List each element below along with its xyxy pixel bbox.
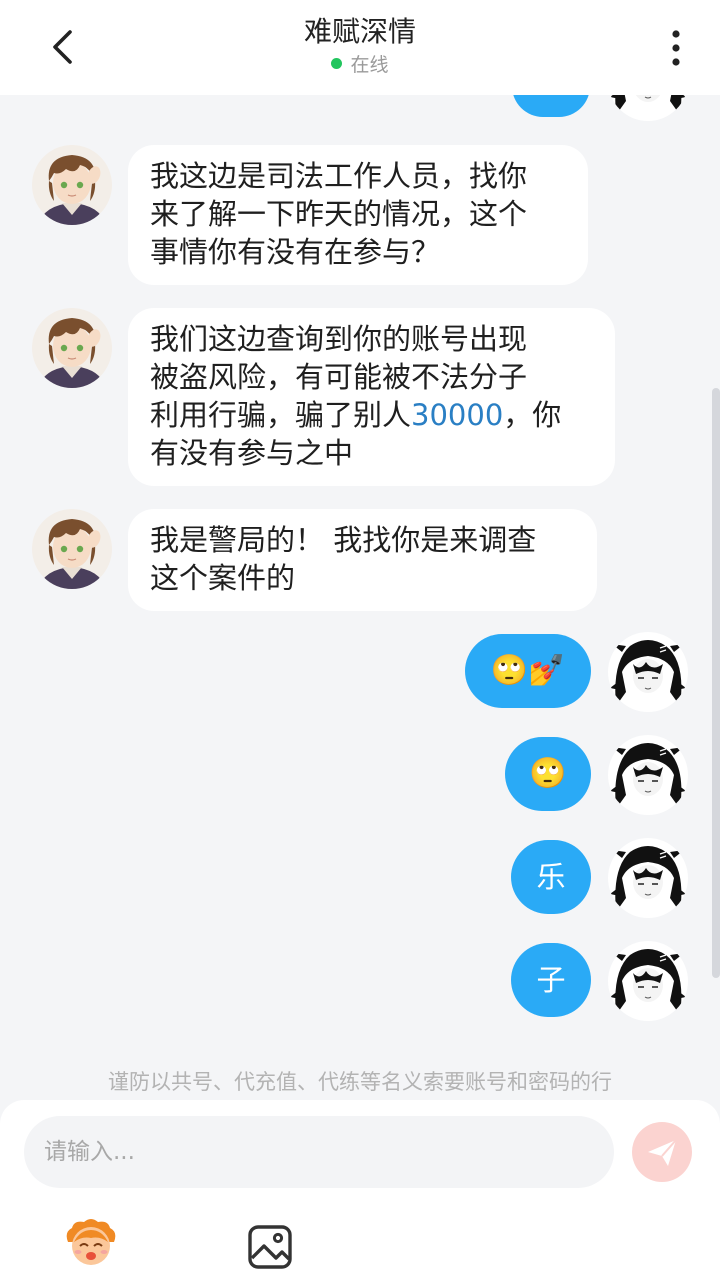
image-icon bbox=[248, 1225, 292, 1269]
emoji-face-icon bbox=[66, 1219, 116, 1265]
more-vertical-icon bbox=[672, 30, 680, 66]
scrollbar[interactable] bbox=[712, 388, 720, 978]
contact-avatar[interactable] bbox=[32, 509, 112, 589]
title-area: 难赋深情 在线 bbox=[0, 12, 720, 78]
outgoing-message-bubble[interactable]: 乐 bbox=[511, 840, 591, 914]
incoming-message-bubble[interactable]: 我这边是司法工作人员，找你 来了解一下昨天的情况，这个 事情你有没有在参与？ bbox=[128, 145, 588, 285]
message-text: ，你 bbox=[503, 398, 562, 432]
chat-title: 难赋深情 bbox=[303, 15, 416, 48]
more-options-button[interactable] bbox=[656, 24, 696, 72]
message-line: 利用行骗，骗了别人30000，你 bbox=[150, 396, 593, 434]
partial-outgoing-bubble bbox=[512, 95, 590, 117]
safety-notice: 谨防以共号、代充值、代练等名义索要账号和密码的行 bbox=[108, 1070, 612, 1094]
self-avatar[interactable] bbox=[608, 941, 688, 1021]
send-icon bbox=[648, 1139, 677, 1166]
send-button[interactable] bbox=[632, 1122, 692, 1182]
status-line: 在线 bbox=[0, 52, 720, 78]
outgoing-message-bubble[interactable]: 子 bbox=[511, 943, 591, 1017]
outgoing-message-bubble[interactable]: 🙄 bbox=[505, 737, 591, 811]
outgoing-message-bubble[interactable]: 🙄💅 bbox=[465, 634, 591, 708]
image-button[interactable] bbox=[247, 1224, 293, 1270]
contact-avatar[interactable] bbox=[32, 145, 112, 225]
online-dot-icon bbox=[331, 58, 343, 69]
self-avatar[interactable] bbox=[608, 735, 688, 815]
emoji-button[interactable] bbox=[62, 1218, 120, 1268]
message-text: 子 bbox=[536, 963, 566, 997]
message-text: 乐 bbox=[536, 860, 566, 894]
emoji-text: 🙄 bbox=[529, 756, 567, 791]
message-line: 被盗风险，有可能被不法分子 bbox=[150, 360, 528, 394]
message-text: 利用行骗，骗了别人 bbox=[150, 398, 412, 432]
self-avatar[interactable] bbox=[608, 95, 688, 121]
online-status: 在线 bbox=[350, 54, 389, 76]
message-line: 来了解一下昨天的情况，这个 bbox=[150, 197, 528, 231]
emoji-text: 🙄💅 bbox=[490, 653, 566, 688]
message-line: 事情你有没有在参与？ bbox=[150, 235, 441, 269]
amount-number[interactable]: 30000 bbox=[411, 398, 503, 432]
composer-panel bbox=[0, 1100, 720, 1286]
chat-header: 难赋深情 在线 bbox=[0, 0, 720, 95]
message-line: 我是警局的！ 我找你是来调查 bbox=[150, 523, 537, 557]
message-list[interactable]: 我这边是司法工作人员，找你 来了解一下昨天的情况，这个 事情你有没有在参与？ 我… bbox=[0, 95, 720, 1100]
message-line: 这个案件的 bbox=[150, 561, 296, 595]
message-input[interactable] bbox=[24, 1116, 614, 1188]
self-avatar[interactable] bbox=[608, 838, 688, 918]
message-line: 有没有参与之中 bbox=[150, 436, 354, 470]
message-line: 我们这边查询到你的账号出现 bbox=[150, 322, 528, 356]
contact-avatar[interactable] bbox=[32, 308, 112, 388]
message-line: 我这边是司法工作人员，找你 bbox=[150, 159, 528, 193]
incoming-message-bubble[interactable]: 我是警局的！ 我找你是来调查 这个案件的 bbox=[128, 509, 597, 611]
self-avatar[interactable] bbox=[608, 632, 688, 712]
incoming-message-bubble[interactable]: 我们这边查询到你的账号出现 被盗风险，有可能被不法分子 利用行骗，骗了别人300… bbox=[128, 308, 615, 486]
